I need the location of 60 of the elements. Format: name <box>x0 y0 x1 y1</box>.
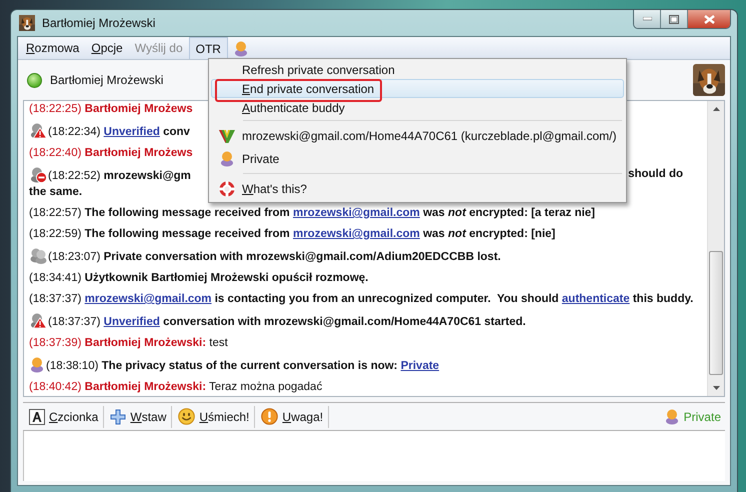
lifebuoy-icon <box>218 180 236 198</box>
buddy-name: Bartłomiej Mrożewski <box>50 73 164 87</box>
chat-message: (18:40:42) Bartłomiej Mrożewski: Teraz można pogadać <box>29 380 322 395</box>
menu-item[interactable]: What's this? <box>211 177 624 200</box>
chat-message: (18:37:37) Unverified conversation with mrozewski@gmail.com/Home44A70C61 started. <box>29 312 526 330</box>
menu-item[interactable]: OTR <box>188 37 228 59</box>
message-text: should do <box>628 167 683 182</box>
down-arrow-icon[interactable] <box>712 386 720 390</box>
exclamation-icon <box>261 408 278 425</box>
close-icon <box>704 14 714 24</box>
toolbar-button[interactable]: Uwaga! <box>255 406 330 428</box>
scrollbar[interactable] <box>707 101 724 396</box>
chat-message: (18:22:57) The following message received from mrozewski@gmail.com was not encrypted: [a teraz nie] <box>29 206 596 221</box>
toolbar-button[interactable]: Wstaw <box>104 406 172 428</box>
minimize-button[interactable] <box>634 10 661 28</box>
menu-item[interactable]: Private <box>211 147 624 170</box>
link[interactable]: Private <box>400 360 440 372</box>
toolbar-button[interactable]: Czcionka <box>23 406 104 428</box>
person-icon <box>219 150 235 167</box>
menu-item[interactable]: mrozewski@gmail.com/Home44A70C61 (kurczeblade.pl@gmail.com/) <box>211 124 624 147</box>
people-icon <box>29 247 47 264</box>
toolbar-button[interactable]: Uśmiech! <box>172 406 256 428</box>
chat-message: (18:34:41) Użytkownik Bartłomiej Mrożewski opuścił rozmowę. <box>29 271 368 286</box>
smiley-icon <box>178 408 196 425</box>
link[interactable]: Unverified <box>104 316 160 328</box>
maximize-icon <box>669 14 679 24</box>
person-icon <box>664 408 680 425</box>
blocked-icon <box>29 166 47 183</box>
link[interactable]: mrozewski@gmail.com <box>292 228 420 240</box>
chat-message: (18:37:37) mrozewski@gmail.com is contacting you from an unrecognized computer. You should authenticate this buddy. <box>29 292 694 307</box>
font-icon <box>29 408 45 424</box>
link[interactable]: mrozewski@gmail.com <box>292 207 420 219</box>
message-input[interactable] <box>23 431 725 481</box>
window-title: Bartłomiej Mrożewski <box>42 16 156 30</box>
close-button[interactable] <box>688 10 730 28</box>
person-icon <box>232 40 249 56</box>
chat-message: (18:22:25) Bartłomiej Mrożews <box>29 102 193 117</box>
maximize-button[interactable] <box>661 10 688 28</box>
link[interactable]: authenticate <box>562 293 630 305</box>
minimize-icon <box>642 17 652 21</box>
chat-message: (18:22:52) mrozewski@gm <box>29 166 191 184</box>
link[interactable]: Unverified <box>104 126 160 138</box>
menu-item[interactable]: Opcje <box>85 37 129 59</box>
menu-item[interactable]: Authenticate buddy <box>211 98 624 117</box>
chat-message: (18:23:07) Private conversation with mrozewski@gmail.com/Adium20EDCCBB lost. <box>29 247 501 265</box>
chat-message: (18:22:59) The following message received from mrozewski@gmail.com was not encrypted: [nie] <box>29 227 556 242</box>
person-icon <box>29 356 45 373</box>
warning-icon <box>29 122 47 139</box>
chat-message: (18:22:40) Bartłomiej Mrożews <box>29 146 193 161</box>
chat-message: (18:38:10) The privacy status of the current conversation is now: Private <box>29 356 440 374</box>
chat-message: (18:22:34) Unverified conv <box>29 122 190 140</box>
plus-icon <box>110 408 126 424</box>
message-text: the same. <box>29 185 82 200</box>
warning-icon <box>29 312 47 329</box>
menu-item[interactable]: Refresh private conversation <box>211 60 624 79</box>
chat-message: (18:37:39) Bartłomiej Mrożewski: test <box>29 336 228 351</box>
menu-item[interactable]: Rozmowa <box>20 37 86 59</box>
v-logo-icon <box>218 128 236 144</box>
up-arrow-icon[interactable] <box>712 107 720 111</box>
link[interactable]: mrozewski@gmail.com <box>84 293 212 305</box>
